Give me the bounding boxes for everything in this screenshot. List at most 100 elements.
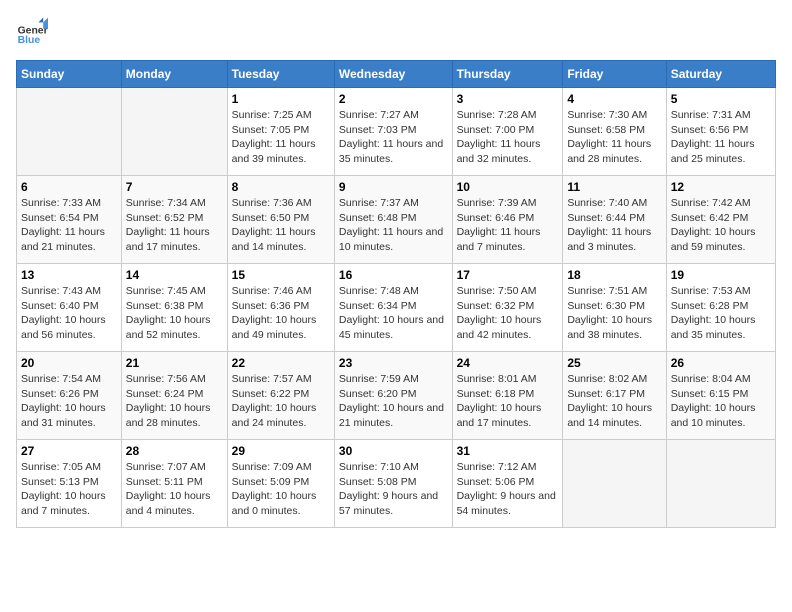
day-number: 8 [232,180,330,194]
calendar-week-2: 6 Sunrise: 7:33 AM Sunset: 6:54 PM Daylig… [17,176,776,264]
day-number: 30 [339,444,448,458]
calendar-cell [17,88,122,176]
calendar-cell: 28 Sunrise: 7:07 AM Sunset: 5:11 PM Dayli… [121,440,227,528]
calendar-week-1: 1Sunrise: 7:25 AM Sunset: 7:05 PM Daylig… [17,88,776,176]
day-number: 18 [567,268,661,282]
calendar-cell: 17 Sunrise: 7:50 AM Sunset: 6:32 PM Dayli… [452,264,563,352]
day-info: Sunrise: 7:57 AM Sunset: 6:22 PM Dayligh… [232,372,330,431]
day-number: 14 [126,268,223,282]
day-info: Sunrise: 7:33 AM Sunset: 6:54 PM Dayligh… [21,196,117,255]
day-number: 15 [232,268,330,282]
day-info: Sunrise: 7:56 AM Sunset: 6:24 PM Dayligh… [126,372,223,431]
calendar-cell [121,88,227,176]
calendar-cell: 29 Sunrise: 7:09 AM Sunset: 5:09 PM Dayli… [227,440,334,528]
day-number: 12 [671,180,771,194]
day-number: 29 [232,444,330,458]
day-info: Sunrise: 7:45 AM Sunset: 6:38 PM Dayligh… [126,284,223,343]
calendar-cell [563,440,666,528]
calendar-week-4: 20 Sunrise: 7:54 AM Sunset: 6:26 PM Dayli… [17,352,776,440]
day-info: Sunrise: 7:34 AM Sunset: 6:52 PM Dayligh… [126,196,223,255]
day-info: Sunrise: 7:31 AM Sunset: 6:56 PM Dayligh… [671,108,771,167]
weekday-header-wednesday: Wednesday [334,61,452,88]
day-number: 17 [457,268,559,282]
day-info: Sunrise: 7:51 AM Sunset: 6:30 PM Dayligh… [567,284,661,343]
weekday-header-row: SundayMondayTuesdayWednesdayThursdayFrid… [17,61,776,88]
calendar-cell: 21 Sunrise: 7:56 AM Sunset: 6:24 PM Dayli… [121,352,227,440]
day-info: Sunrise: 7:28 AM Sunset: 7:00 PM Dayligh… [457,108,559,167]
svg-text:Blue: Blue [18,35,41,46]
day-number: 6 [21,180,117,194]
day-info: Sunrise: 8:02 AM Sunset: 6:17 PM Dayligh… [567,372,661,431]
day-number: 23 [339,356,448,370]
day-number: 21 [126,356,223,370]
day-number: 24 [457,356,559,370]
calendar-cell: 11 Sunrise: 7:40 AM Sunset: 6:44 PM Dayli… [563,176,666,264]
weekday-header-tuesday: Tuesday [227,61,334,88]
day-info: Sunrise: 7:27 AM Sunset: 7:03 PM Dayligh… [339,108,448,167]
day-number: 28 [126,444,223,458]
day-number: 3 [457,92,559,106]
calendar-cell: 23Sunrise: 7:59 AM Sunset: 6:20 PM Dayli… [334,352,452,440]
calendar-week-5: 27Sunrise: 7:05 AM Sunset: 5:13 PM Dayli… [17,440,776,528]
day-info: Sunrise: 7:43 AM Sunset: 6:40 PM Dayligh… [21,284,117,343]
day-number: 4 [567,92,661,106]
day-number: 9 [339,180,448,194]
page-header: General Blue [16,16,776,48]
weekday-header-monday: Monday [121,61,227,88]
calendar-table: SundayMondayTuesdayWednesdayThursdayFrid… [16,60,776,528]
day-info: Sunrise: 7:25 AM Sunset: 7:05 PM Dayligh… [232,108,330,167]
day-info: Sunrise: 7:54 AM Sunset: 6:26 PM Dayligh… [21,372,117,431]
calendar-cell: 27Sunrise: 7:05 AM Sunset: 5:13 PM Dayli… [17,440,122,528]
logo-icon: General Blue [16,16,48,48]
day-info: Sunrise: 8:04 AM Sunset: 6:15 PM Dayligh… [671,372,771,431]
day-number: 10 [457,180,559,194]
day-number: 25 [567,356,661,370]
calendar-cell: 31 Sunrise: 7:12 AM Sunset: 5:06 PM Dayli… [452,440,563,528]
calendar-cell: 13 Sunrise: 7:43 AM Sunset: 6:40 PM Dayli… [17,264,122,352]
day-info: Sunrise: 7:37 AM Sunset: 6:48 PM Dayligh… [339,196,448,255]
day-number: 20 [21,356,117,370]
day-number: 13 [21,268,117,282]
calendar-cell [666,440,775,528]
calendar-cell: 14 Sunrise: 7:45 AM Sunset: 6:38 PM Dayli… [121,264,227,352]
calendar-cell: 30 Sunrise: 7:10 AM Sunset: 5:08 PM Dayli… [334,440,452,528]
calendar-cell: 22 Sunrise: 7:57 AM Sunset: 6:22 PM Dayli… [227,352,334,440]
day-number: 31 [457,444,559,458]
day-info: Sunrise: 7:46 AM Sunset: 6:36 PM Dayligh… [232,284,330,343]
day-info: Sunrise: 7:12 AM Sunset: 5:06 PM Dayligh… [457,460,559,519]
calendar-cell: 8 Sunrise: 7:36 AM Sunset: 6:50 PM Daylig… [227,176,334,264]
calendar-cell: 20 Sunrise: 7:54 AM Sunset: 6:26 PM Dayli… [17,352,122,440]
calendar-week-3: 13 Sunrise: 7:43 AM Sunset: 6:40 PM Dayli… [17,264,776,352]
day-info: Sunrise: 8:01 AM Sunset: 6:18 PM Dayligh… [457,372,559,431]
calendar-cell: 12 Sunrise: 7:42 AM Sunset: 6:42 PM Dayli… [666,176,775,264]
day-info: Sunrise: 7:42 AM Sunset: 6:42 PM Dayligh… [671,196,771,255]
day-number: 16 [339,268,448,282]
calendar-cell: 24 Sunrise: 8:01 AM Sunset: 6:18 PM Dayli… [452,352,563,440]
day-number: 2 [339,92,448,106]
day-number: 5 [671,92,771,106]
day-number: 22 [232,356,330,370]
weekday-header-thursday: Thursday [452,61,563,88]
day-info: Sunrise: 7:07 AM Sunset: 5:11 PM Dayligh… [126,460,223,519]
calendar-cell: 18 Sunrise: 7:51 AM Sunset: 6:30 PM Dayli… [563,264,666,352]
weekday-header-friday: Friday [563,61,666,88]
day-number: 11 [567,180,661,194]
calendar-cell: 5 Sunrise: 7:31 AM Sunset: 6:56 PM Daylig… [666,88,775,176]
day-info: Sunrise: 7:10 AM Sunset: 5:08 PM Dayligh… [339,460,448,519]
day-info: Sunrise: 7:48 AM Sunset: 6:34 PM Dayligh… [339,284,448,343]
day-info: Sunrise: 7:39 AM Sunset: 6:46 PM Dayligh… [457,196,559,255]
calendar-cell: 9 Sunrise: 7:37 AM Sunset: 6:48 PM Daylig… [334,176,452,264]
day-number: 26 [671,356,771,370]
day-number: 19 [671,268,771,282]
calendar-cell: 16 Sunrise: 7:48 AM Sunset: 6:34 PM Dayli… [334,264,452,352]
calendar-cell: 4Sunrise: 7:30 AM Sunset: 6:58 PM Daylig… [563,88,666,176]
day-info: Sunrise: 7:36 AM Sunset: 6:50 PM Dayligh… [232,196,330,255]
day-info: Sunrise: 7:50 AM Sunset: 6:32 PM Dayligh… [457,284,559,343]
day-info: Sunrise: 7:09 AM Sunset: 5:09 PM Dayligh… [232,460,330,519]
calendar-cell: 15 Sunrise: 7:46 AM Sunset: 6:36 PM Dayli… [227,264,334,352]
calendar-cell: 1Sunrise: 7:25 AM Sunset: 7:05 PM Daylig… [227,88,334,176]
day-info: Sunrise: 7:40 AM Sunset: 6:44 PM Dayligh… [567,196,661,255]
calendar-cell: 26 Sunrise: 8:04 AM Sunset: 6:15 PM Dayli… [666,352,775,440]
weekday-header-sunday: Sunday [17,61,122,88]
day-info: Sunrise: 7:53 AM Sunset: 6:28 PM Dayligh… [671,284,771,343]
